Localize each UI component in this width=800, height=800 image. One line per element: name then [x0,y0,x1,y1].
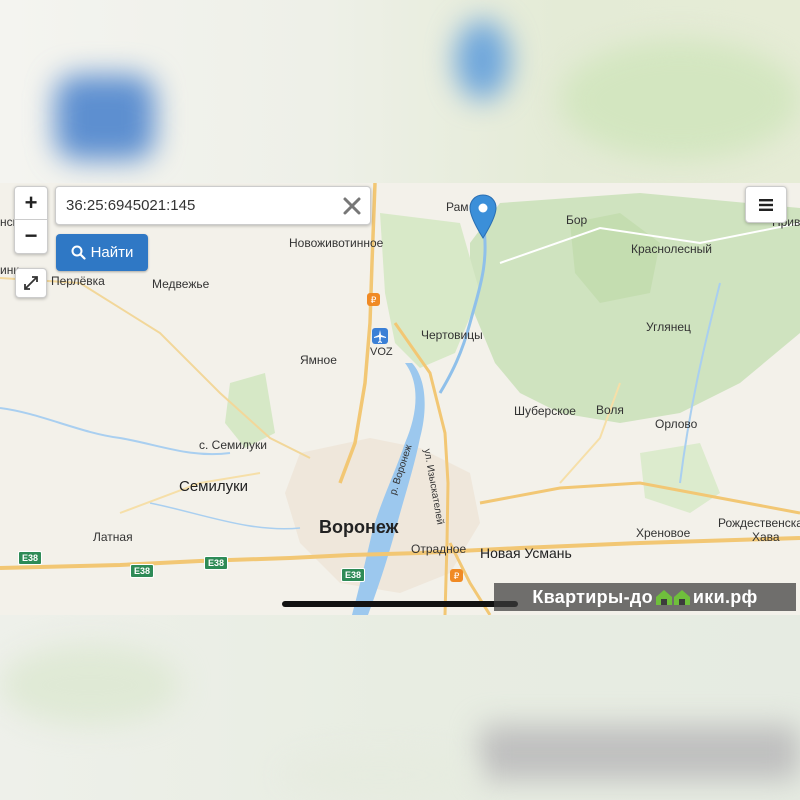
airport-icon [372,328,388,344]
map-label-ramon: Рам [446,200,469,214]
map-label-shuberskoe: Шуберское [514,404,576,418]
fullscreen-button[interactable] [15,268,47,298]
svg-text:₽: ₽ [371,296,377,306]
clear-search-button[interactable] [334,196,370,216]
map-label-bor: Бор [566,213,588,227]
map-label-semiluki: Семилуки [179,478,249,495]
map-label-otradnoe: Отрадное [411,542,467,556]
zoom-in-button[interactable]: + [15,187,47,219]
blurred-button-shape [55,75,155,160]
map-label-perlyovka: Перлёвка [51,274,105,288]
map-label-orlovo: Орлово [655,417,698,431]
blurred-pin-shape [455,20,510,100]
map-label-voronezh: Воронеж [319,517,399,537]
map-label-rozhdestvenskaya: Рождественская [718,516,800,530]
blurred-background-bottom [0,615,800,800]
close-icon [343,197,361,214]
map-label-medvezhye: Медвежье [152,277,210,291]
map-label-yamnoe: Ямное [300,353,337,367]
blurred-forest-shape [560,40,800,160]
map-label-s-semiluki: с. Семилуки [199,438,267,452]
find-button-label: Найти [90,244,134,261]
road-shield-e38: E38 [341,568,366,582]
road-shield-e38: E38 [18,551,43,565]
house-icon [655,590,690,605]
blurred-watermark-shape [480,725,800,780]
road-shield-e38: E38 [130,564,155,578]
blurred-map-shape [0,645,180,725]
map-label-krasnolesny: Краснолесный [631,242,713,256]
fuel-icon: ₽ [450,569,463,582]
watermark-text-end: ики.рф [692,586,758,607]
menu-button[interactable] [745,186,787,223]
map-label-volya: Воля [596,403,624,417]
map-label-novaya-usman: Новая Усмань [480,545,572,561]
blurred-map-shape [280,755,480,795]
search-icon [71,245,86,260]
search-input[interactable] [56,196,334,215]
blurred-background-top [0,0,800,183]
location-pin-icon[interactable] [469,194,497,240]
watermark: Квартиры-до ики.рф [494,583,796,611]
road-shield-e38: E38 [204,556,229,570]
map-label-voz: VOZ [370,346,393,358]
watermark-text-start: Квартиры-до [532,586,653,607]
zoom-control: + − [14,186,48,254]
search-box [55,186,371,225]
fuel-icon: ₽ [367,293,380,306]
expand-icon [24,276,38,290]
svg-text:₽: ₽ [454,572,460,582]
home-indicator [282,601,518,607]
hamburger-menu-icon [759,198,773,211]
zoom-out-button[interactable]: − [15,219,47,252]
find-button[interactable]: Найти [56,234,148,271]
map-label-latnaya: Латная [93,530,133,544]
map-label-khrenovoe: Хреновое [636,526,691,540]
map-label-khava: Хава [752,530,780,544]
map-label-novozhivotinnoe: Новоживотинное [289,236,384,250]
map-label-uglyanets: Углянец [646,320,691,334]
map-label-chertovitsy: Чертовицы [421,328,483,342]
